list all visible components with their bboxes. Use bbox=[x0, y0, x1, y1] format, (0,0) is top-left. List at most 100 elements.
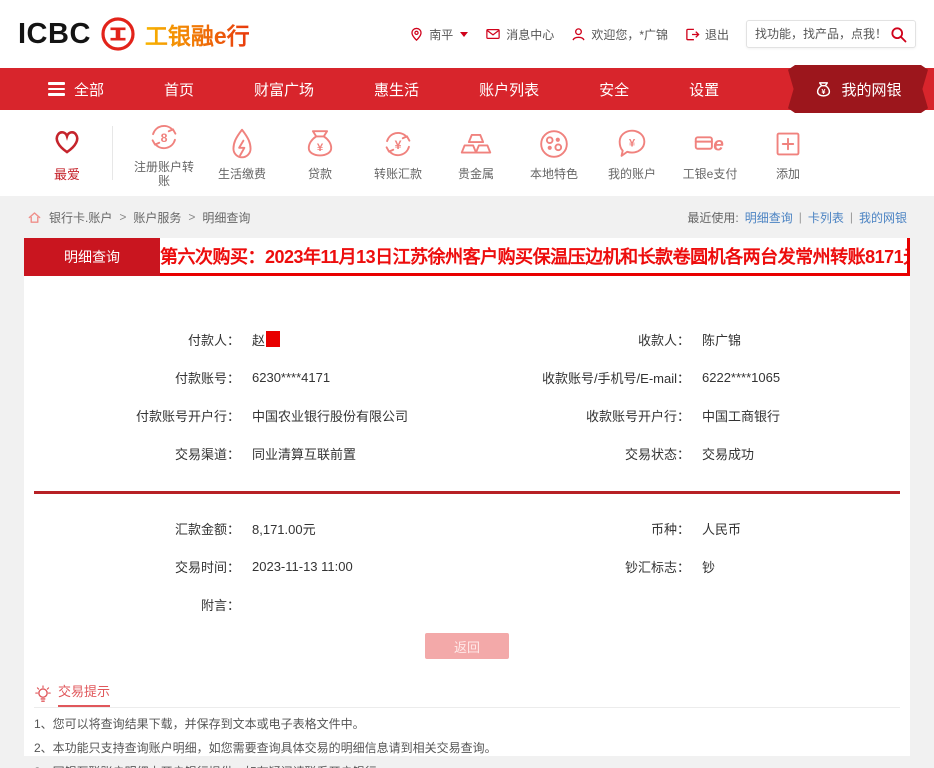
icbc-emblem-icon bbox=[100, 16, 136, 52]
payee-name-value: 陈广锦 bbox=[690, 320, 910, 358]
breadcrumb-part-detail-query: 明细查询 bbox=[202, 209, 250, 226]
currency-label: 币种： bbox=[460, 509, 690, 547]
payer-bank-label: 付款账号开户行： bbox=[24, 396, 240, 434]
local-features-icon bbox=[535, 125, 573, 163]
transaction-tips: 交易提示 1、您可以将查询结果下载，并保存到文本或电子表格文件中。 2、本功能只… bbox=[34, 681, 900, 768]
add-icon bbox=[769, 125, 807, 163]
time-value: 2023-11-13 11:00 bbox=[240, 547, 460, 585]
heart-icon bbox=[49, 124, 85, 158]
message-center-link[interactable]: 消息中心 bbox=[485, 26, 554, 43]
fav-item-my-accounts[interactable]: ¥ 我的账户 bbox=[593, 125, 671, 181]
svg-text:8: 8 bbox=[161, 131, 168, 145]
fav-item-add[interactable]: 添加 bbox=[749, 125, 827, 181]
fav-item-icbc-epay[interactable]: e 工银e支付 bbox=[671, 125, 749, 181]
main-nav: 全部 首页 财富广场 惠生活 账户列表 安全 设置 ¥ 我的网银 bbox=[0, 68, 934, 110]
welcome-label: 欢迎您，*广锦 bbox=[591, 26, 668, 43]
search-icon[interactable] bbox=[890, 26, 907, 43]
vertical-divider bbox=[112, 126, 113, 180]
brand-logo: ICBC 工银融e行 bbox=[18, 16, 250, 52]
fav-item-utility-payment[interactable]: 生活缴费 bbox=[203, 125, 281, 181]
svg-text:e: e bbox=[713, 135, 724, 156]
back-button[interactable]: 返回 bbox=[425, 633, 509, 659]
register-transfer-icon: 8 bbox=[145, 118, 183, 156]
search-box bbox=[746, 20, 916, 48]
location-label: 南平 bbox=[429, 26, 453, 43]
logout-button[interactable]: 退出 bbox=[685, 26, 729, 43]
status-label: 交易状态： bbox=[460, 434, 690, 472]
red-divider bbox=[34, 491, 900, 494]
money-bag-icon: ¥ bbox=[814, 80, 833, 99]
breadcrumb-separator: > bbox=[119, 210, 126, 224]
breadcrumb-part-account-services[interactable]: 账户服务 bbox=[133, 209, 181, 226]
nav-item-all-menu[interactable]: 全部 bbox=[48, 79, 104, 100]
recent-link-my-ebank[interactable]: 我的网银 bbox=[859, 209, 907, 226]
my-ebank-ribbon-button[interactable]: ¥ 我的网银 bbox=[788, 65, 928, 113]
logout-label: 退出 bbox=[705, 26, 729, 43]
breadcrumb: 银行卡.账户 > 账户服务 > 明细查询 bbox=[27, 209, 250, 226]
nav-item-wealth-plaza[interactable]: 财富广场 bbox=[254, 79, 314, 100]
fav-item-loan[interactable]: ¥ 贷款 bbox=[281, 125, 359, 181]
my-accounts-icon: ¥ bbox=[613, 125, 651, 163]
loan-icon: ¥ bbox=[301, 125, 339, 163]
search-input[interactable] bbox=[755, 27, 890, 41]
svg-text:¥: ¥ bbox=[629, 137, 636, 149]
cash-flag-label: 钞汇标志： bbox=[460, 547, 690, 585]
favorites-heart-label: 最爱 bbox=[34, 164, 100, 183]
link-separator: | bbox=[850, 210, 853, 224]
nav-item-settings[interactable]: 设置 bbox=[689, 79, 719, 100]
location-selector[interactable]: 南平 bbox=[409, 26, 468, 43]
nav-item-account-list[interactable]: 账户列表 bbox=[479, 79, 539, 100]
nav-item-life[interactable]: 惠生活 bbox=[374, 79, 419, 100]
payee-bank-value: 中国工商银行 bbox=[690, 396, 910, 434]
detail-grid-bottom: 汇款金额： 8,171.00元 币种： 人民币 交易时间： 2023-11-13… bbox=[24, 509, 910, 623]
svg-text:¥: ¥ bbox=[317, 142, 324, 154]
amount-value: 8,171.00元 bbox=[240, 509, 460, 547]
home-icon bbox=[27, 210, 42, 225]
payer-account-label: 付款账号： bbox=[24, 358, 240, 396]
nav-item-security[interactable]: 安全 bbox=[599, 79, 629, 100]
svg-text:¥: ¥ bbox=[822, 87, 826, 95]
precious-metals-icon bbox=[457, 125, 495, 163]
link-separator: | bbox=[799, 210, 802, 224]
my-ebank-label: 我的网银 bbox=[841, 79, 901, 100]
top-header: ICBC 工银融e行 南平 消息中心 bbox=[0, 0, 934, 68]
user-icon bbox=[571, 27, 586, 42]
tip-line-2: 2、本功能只支持查询账户明细，如您需要查询具体交易的明细信息请到相关交易查询。 bbox=[34, 739, 900, 756]
icbc-logo-text: ICBC bbox=[18, 18, 91, 51]
channel-value: 同业清算互联前置 bbox=[240, 434, 460, 472]
tip-line-1: 1、您可以将查询结果下载，并保存到文本或电子表格文件中。 bbox=[34, 715, 900, 732]
channel-label: 交易渠道： bbox=[24, 434, 240, 472]
payee-account-label: 收款账号/手机号/E-mail： bbox=[460, 358, 690, 396]
icbc-epay-icon: e bbox=[691, 125, 729, 163]
fav-item-local-features[interactable]: 本地特色 bbox=[515, 125, 593, 181]
welcome-user[interactable]: 欢迎您，*广锦 bbox=[571, 26, 668, 43]
message-center-label: 消息中心 bbox=[506, 26, 554, 43]
svg-text:¥: ¥ bbox=[395, 138, 402, 152]
payee-bank-label: 收款账号开户行： bbox=[460, 396, 690, 434]
nav-item-home[interactable]: 首页 bbox=[164, 79, 194, 100]
payer-name-value: 赵 bbox=[240, 320, 460, 358]
icbc-cn-logo-text: 工银融e行 bbox=[145, 17, 250, 51]
redaction-box bbox=[266, 331, 280, 347]
favorites-bar: 最爱 8 注册账户转账 生活缴费 ¥ 贷款 ¥ 转账汇款 bbox=[0, 110, 934, 196]
memo-value bbox=[240, 585, 460, 623]
detail-panel: 明细查询 第六次购买：2023年11月13日江苏徐州客户购买保温压边机和长款卷圆… bbox=[24, 238, 910, 756]
hamburger-menu-icon bbox=[48, 82, 65, 96]
time-label: 交易时间： bbox=[24, 547, 240, 585]
recent-link-detail-query[interactable]: 明细查询 bbox=[745, 209, 793, 226]
currency-value: 人民币 bbox=[690, 509, 910, 547]
tip-line-3: 3、网银互联账户明细由开户银行提供，如有疑问请联系开户银行。 bbox=[34, 763, 900, 768]
annotation-text: 第六次购买：2023年11月13日江苏徐州客户购买保温压边机和长款卷圆机各两台发… bbox=[160, 243, 910, 269]
favorites-heart-item[interactable]: 最爱 bbox=[34, 124, 100, 183]
breadcrumb-separator: > bbox=[188, 210, 195, 224]
fav-item-transfer-remit[interactable]: ¥ 转账汇款 bbox=[359, 125, 437, 181]
cash-flag-value: 钞 bbox=[690, 547, 910, 585]
recent-link-card-list[interactable]: 卡列表 bbox=[808, 209, 844, 226]
tab-detail-query[interactable]: 明细查询 bbox=[24, 238, 160, 276]
breadcrumb-part-cards[interactable]: 银行卡.账户 bbox=[49, 209, 112, 226]
payer-name-label: 付款人： bbox=[24, 320, 240, 358]
fav-item-precious-metals[interactable]: 贵金属 bbox=[437, 125, 515, 181]
fav-item-register-transfer[interactable]: 8 注册账户转账 bbox=[125, 118, 203, 188]
detail-grid-top: 付款人： 赵 收款人： 陈广锦 付款账号： 6230****4171 收款账号/… bbox=[24, 320, 910, 472]
logout-icon bbox=[685, 27, 700, 42]
